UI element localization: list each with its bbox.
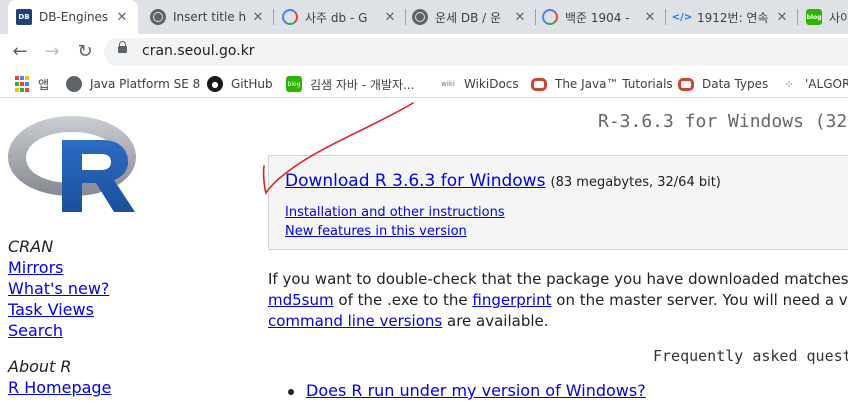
reload-icon[interactable]: ↻: [73, 41, 97, 63]
bookmark-label: 김샘 자바 - 개발자...: [310, 77, 415, 92]
apps-grid-icon: [14, 76, 30, 92]
globe-icon: [150, 9, 166, 25]
bookmark-label: Java Platform SE 8: [90, 77, 201, 91]
bookmark-label: The Java™ Tutorials: [555, 77, 673, 91]
faq-link-windows-version[interactable]: Does R run under my version of Windows?: [306, 381, 646, 400]
bookmark-label: Data Types: [702, 77, 769, 91]
close-icon[interactable]: ✕: [512, 10, 528, 25]
bookmark-label: 앱: [38, 77, 50, 92]
tab-unse-db[interactable]: 운세 DB / 운 ✕: [404, 0, 536, 34]
bookmark-apps[interactable]: 앱: [14, 74, 49, 94]
bookmark-java-tutorials[interactable]: The Java™ Tutorials: [531, 74, 673, 94]
sidebar-link-search[interactable]: Search: [8, 320, 111, 341]
bookmark-java-platform[interactable]: Java Platform SE 8: [66, 74, 200, 94]
download-link[interactable]: Download R 3.6.3 for Windows: [285, 171, 545, 191]
back-arrow-icon[interactable]: ←: [8, 41, 32, 63]
para-line-2: md5sum of the .exe to the fingerprint on…: [268, 290, 848, 311]
blog-icon: blog: [806, 9, 822, 25]
google-icon: [282, 9, 298, 25]
tab-baekjoon-1904[interactable]: 백준 1904 - ✕: [534, 0, 666, 34]
code-icon: </>: [671, 11, 693, 23]
close-icon[interactable]: ✕: [382, 10, 398, 25]
bookmark-wikidocs[interactable]: wiki WikiDocs: [440, 74, 519, 94]
sidebar-link-r-homepage[interactable]: R Homepage: [8, 377, 111, 398]
bookmark-data-types[interactable]: Data Types: [678, 74, 768, 94]
sidebar-link-task-views[interactable]: Task Views: [8, 299, 111, 320]
tab-title: DB-Engines: [39, 10, 109, 24]
sidebar-heading-about: About R: [8, 357, 72, 376]
tab-title: 1912번: 연속: [697, 10, 769, 25]
close-icon[interactable]: ✕: [642, 10, 658, 25]
new-features-link[interactable]: New features in this version: [285, 224, 467, 239]
bookmark-algorithm[interactable]: ⁘ 'ALGORI: [781, 74, 848, 94]
tab-db-engines[interactable]: DB DB-Engines ✕: [8, 0, 138, 34]
sidebar-link-mirrors[interactable]: Mirrors: [8, 257, 111, 278]
address-bar[interactable]: cran.seoul.go.kr: [104, 38, 848, 66]
para-text: of the .exe to the: [333, 291, 473, 309]
tab-blog[interactable]: blog 사이: [798, 0, 848, 34]
tab-title: 운세 DB / 운: [435, 10, 502, 25]
download-size: (83 megabytes, 32/64 bit): [550, 175, 721, 190]
md5sum-link[interactable]: md5sum: [268, 291, 334, 309]
globe-icon: [412, 9, 428, 25]
tab-1912[interactable]: </> 1912번: 연속 ✕: [666, 0, 798, 34]
bookmarks-bar: 앱 Java Platform SE 8 ● GitHub blog 김샘 자바…: [0, 70, 848, 98]
para-line-3: command line versions are available.: [268, 311, 848, 332]
oracle-icon: [531, 77, 547, 91]
oracle-icon: [678, 77, 694, 91]
page-content: CRAN Mirrors What's new? Task Views Sear…: [0, 98, 848, 405]
close-icon[interactable]: ✕: [774, 10, 790, 25]
google-icon: [542, 9, 558, 25]
para-line-1: If you want to double-check that the pac…: [268, 270, 848, 288]
lock-icon[interactable]: [118, 41, 127, 53]
checksum-paragraph: If you want to double-check that the pac…: [268, 269, 848, 332]
bullet-icon: [288, 388, 294, 395]
download-line: Download R 3.6.3 for Windows (83 megabyt…: [285, 171, 721, 191]
list-item: Does R run under my version of Windows?: [288, 381, 646, 400]
install-instructions-link[interactable]: Installation and other instructions: [285, 205, 505, 220]
para-text: on the master server. You will need a ve…: [556, 291, 848, 309]
db-engines-icon: DB: [16, 9, 32, 25]
tab-title: 사이: [829, 10, 848, 25]
sidebar-heading-cran: CRAN: [8, 237, 54, 256]
blog-icon: blog: [286, 76, 302, 92]
sidebar: CRAN Mirrors What's new? Task Views Sear…: [8, 236, 111, 398]
bookmark-kimsaem-java[interactable]: blog 김샘 자바 - 개발자...: [286, 74, 415, 94]
fingerprint-link[interactable]: fingerprint: [472, 291, 551, 309]
close-icon[interactable]: ✕: [114, 10, 130, 25]
sidebar-link-whats-new[interactable]: What's new?: [8, 278, 111, 299]
download-box: Download R 3.6.3 for Windows (83 megabyt…: [268, 155, 848, 250]
algorithm-icon: ⁘: [784, 77, 794, 91]
forward-arrow-icon[interactable]: →: [40, 41, 64, 63]
bookmark-label: GitHub: [231, 77, 273, 91]
browser-toolbar: ← → ↻ cran.seoul.go.kr: [0, 34, 848, 70]
bookmark-label: WikiDocs: [464, 77, 519, 91]
faq-list: Does R run under my version of Windows?: [288, 381, 646, 400]
tab-insert-title[interactable]: Insert title h ✕: [142, 0, 274, 34]
github-icon: ●: [207, 76, 223, 92]
wiki-icon: wiki: [441, 80, 455, 88]
r-logo[interactable]: [6, 110, 138, 214]
bookmark-label: 'ALGORI: [805, 77, 848, 91]
close-icon[interactable]: ✕: [250, 10, 266, 25]
page-title: R-3.6.3 for Windows (32/64 bit): [598, 111, 848, 132]
tab-saju-db[interactable]: 사주 db - G ✕: [274, 0, 406, 34]
para-text: are available.: [442, 312, 549, 330]
command-line-versions-link[interactable]: command line versions: [268, 312, 442, 330]
tab-title: 사주 db - G: [305, 10, 368, 25]
globe-icon: [66, 76, 82, 92]
bookmark-github[interactable]: ● GitHub: [207, 74, 273, 94]
faq-heading: Frequently asked questions: [653, 347, 848, 365]
url-text[interactable]: cran.seoul.go.kr: [142, 43, 255, 59]
tab-title: 백준 1904 -: [565, 10, 630, 25]
tab-title: Insert title h: [173, 10, 247, 24]
tab-strip: DB DB-Engines ✕ Insert title h ✕ 사주 db -…: [0, 0, 848, 34]
